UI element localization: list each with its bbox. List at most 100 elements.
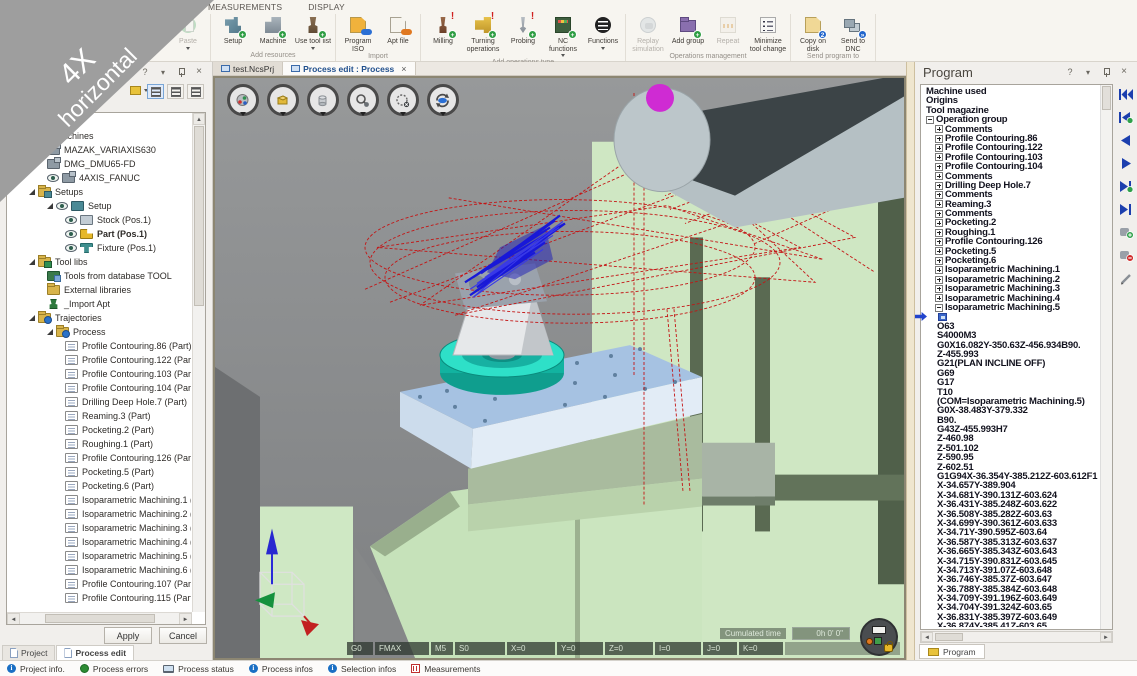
visibility-eye-icon[interactable] <box>65 244 77 252</box>
expand-box-icon[interactable] <box>935 238 943 246</box>
close-icon[interactable] <box>194 66 204 77</box>
machine-state-indicator-icon[interactable] <box>860 618 898 656</box>
dropdown-caret-icon[interactable] <box>320 112 326 136</box>
part-display-button[interactable] <box>265 84 300 134</box>
expand-box-icon[interactable] <box>935 257 943 265</box>
scrollbar-thumb[interactable] <box>45 614 155 623</box>
tab-program[interactable]: Program <box>919 644 985 659</box>
goto-start-breakpoint-button[interactable] <box>1118 111 1134 124</box>
status-bar-item[interactable]: Process status <box>163 664 234 674</box>
tree-item[interactable]: Setups <box>9 185 191 199</box>
cancel-button[interactable]: Cancel <box>159 627 207 644</box>
insert-operation-button[interactable] <box>1118 226 1134 239</box>
dropdown-caret-icon[interactable] <box>440 112 446 136</box>
scroll-left-icon[interactable] <box>921 632 933 642</box>
dropdown-caret-icon[interactable] <box>280 112 286 136</box>
ribbon-button[interactable]: Setup <box>213 14 253 46</box>
tree-item[interactable]: Tool libs <box>9 255 191 269</box>
scroll-right-icon[interactable] <box>1100 632 1112 642</box>
tree-horizontal-scrollbar[interactable] <box>7 612 192 624</box>
gcode-line[interactable]: X-36.874Y-385.41Z-603.65 <box>937 622 1099 627</box>
program-tree-item[interactable]: Isoparametric Machining.5 <box>924 303 1099 312</box>
expand-box-icon[interactable] <box>935 229 943 237</box>
gcode-line[interactable]: G69 <box>937 369 1099 378</box>
step-back-button[interactable] <box>1118 134 1134 147</box>
pin-icon[interactable] <box>1101 67 1111 77</box>
edit-program-button[interactable] <box>1118 272 1134 285</box>
program-listing[interactable]: Machine used Origins Tool magazine <box>920 84 1113 630</box>
tree-item[interactable]: Pocketing.5 (Part) <box>9 465 191 479</box>
tree-item[interactable]: Profile Contouring.86 (Part) <box>9 339 191 353</box>
tree-item[interactable]: Profile Contouring.122 (Part) <box>9 353 191 367</box>
tree-item[interactable]: Stock (Pos.1) <box>9 213 191 227</box>
visibility-eye-icon[interactable] <box>65 230 77 238</box>
gcode-line[interactable]: G21(PLAN INCLINE OFF) <box>937 359 1099 368</box>
goto-end-breakpoint-button[interactable] <box>1118 180 1134 193</box>
tree-item[interactable]: Isoparametric Machining.2 (Part) <box>9 507 191 521</box>
tree-item[interactable]: Process <box>9 325 191 339</box>
visibility-eye-icon[interactable] <box>65 216 77 224</box>
gcode-line[interactable]: G17 <box>937 378 1099 387</box>
view-mode-3-button[interactable] <box>187 84 204 99</box>
goto-start-button[interactable] <box>1118 88 1134 101</box>
tree-item[interactable]: Fixture (Pos.1) <box>9 241 191 255</box>
ribbon-button[interactable]: Milling <box>423 14 463 46</box>
tree-item[interactable]: Setup <box>9 199 191 213</box>
machine-3d-scene[interactable]: Cumulated time 0h 0' 0" G0FMAXM5S0X=0Y=0… <box>213 76 906 660</box>
tree-item[interactable]: Profile Contouring.126 (Part) <box>9 451 191 465</box>
ribbon-button[interactable]: Program ISO <box>338 14 378 53</box>
expand-box-icon[interactable] <box>935 285 943 293</box>
tree-item[interactable]: Isoparametric Machining.6 (Part) <box>9 563 191 577</box>
tree-item[interactable]: Isoparametric Machining.5 (Part) <box>9 549 191 563</box>
ribbon-button[interactable]: Functions <box>583 14 623 52</box>
expand-box-icon[interactable] <box>935 219 943 227</box>
status-bar-item[interactable]: Selection infos <box>328 664 396 674</box>
scroll-up-icon[interactable] <box>193 113 205 125</box>
expand-box-icon[interactable] <box>935 304 943 312</box>
dropdown-caret-icon[interactable] <box>360 112 366 136</box>
status-bar-item[interactable]: Measurements <box>411 664 480 674</box>
expand-box-icon[interactable] <box>935 210 943 218</box>
tree-item[interactable]: Pocketing.6 (Part) <box>9 479 191 493</box>
view-mode-2-button[interactable] <box>167 84 184 99</box>
scrollbar-thumb[interactable] <box>1102 86 1111 110</box>
expand-box-icon[interactable] <box>935 294 943 302</box>
tree-item[interactable]: _Import Apt <box>9 297 191 311</box>
collapse-icon[interactable] <box>1083 67 1093 77</box>
view-mode-1-button[interactable] <box>147 84 164 99</box>
dropdown-caret-icon[interactable] <box>240 112 246 136</box>
tree-item[interactable]: External libraries <box>9 283 191 297</box>
tree-item[interactable]: Trajectories <box>9 311 191 325</box>
delete-operation-button[interactable] <box>1118 249 1134 262</box>
tab-project[interactable]: Project <box>2 645 55 660</box>
apply-button[interactable]: Apply <box>104 627 152 644</box>
ribbon-tab[interactable]: DISPLAY <box>298 1 355 14</box>
gcode-line[interactable]: G0X-38.483Y-379.332 <box>937 406 1099 415</box>
tree-item[interactable]: Profile Contouring.107 (Part) <box>9 577 191 591</box>
expander-icon[interactable] <box>29 315 35 321</box>
program-vertical-scrollbar[interactable] <box>1100 85 1112 629</box>
tree-item[interactable]: Isoparametric Machining.1 (Part) <box>9 493 191 507</box>
tree-item[interactable]: Isoparametric Machining.4 (Part) <box>9 535 191 549</box>
ribbon-button[interactable]: Copy on disk <box>793 14 833 53</box>
dropdown-caret-icon[interactable] <box>400 112 406 136</box>
ribbon-button[interactable]: Minimize tool change <box>748 14 788 53</box>
tab-process-edit-process[interactable]: Process edit : Process × <box>283 62 415 75</box>
close-tab-icon[interactable]: × <box>401 64 406 74</box>
help-icon[interactable] <box>1065 67 1075 77</box>
ribbon-button[interactable]: Repeat <box>708 14 748 46</box>
pin-icon[interactable] <box>176 67 186 77</box>
scroll-right-icon[interactable] <box>179 613 192 625</box>
status-bar-item[interactable]: Process errors <box>80 664 148 674</box>
scroll-left-icon[interactable] <box>7 613 20 625</box>
program-horizontal-scrollbar[interactable] <box>920 631 1113 643</box>
tree-item[interactable]: 4AXIS_FANUC <box>9 171 191 185</box>
ribbon-button[interactable]: Replay simulation <box>628 14 668 53</box>
ribbon-button[interactable]: NC functions <box>543 14 583 59</box>
expander-icon[interactable] <box>29 189 35 195</box>
tree-item[interactable]: Profile Contouring.104 (Part) <box>9 381 191 395</box>
ribbon-button[interactable]: Turning operations <box>463 14 503 53</box>
expand-box-icon[interactable] <box>935 172 943 180</box>
expand-box-icon[interactable] <box>935 266 943 274</box>
scrollbar-thumb[interactable] <box>194 126 204 306</box>
